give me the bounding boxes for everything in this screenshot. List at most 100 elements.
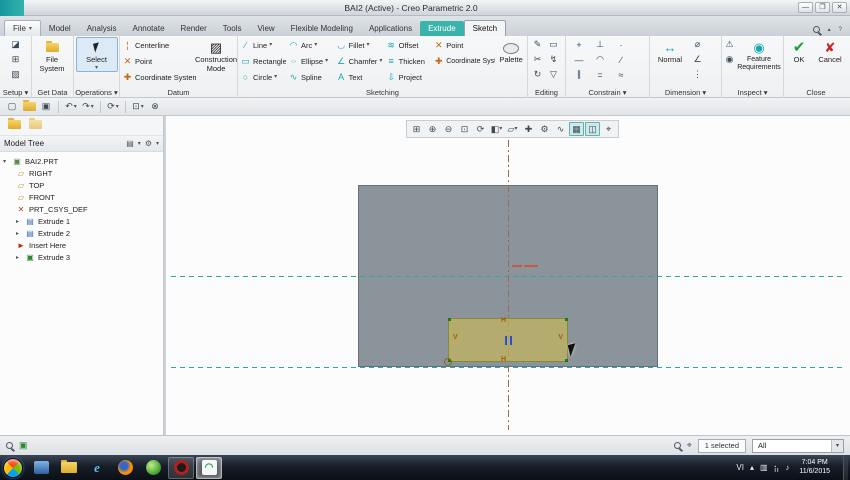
- selection-filter-dropdown[interactable]: All ▾: [752, 438, 844, 453]
- perpendicular-constraint-icon[interactable]: ⊥: [590, 37, 610, 52]
- tangent-constraint-icon[interactable]: ◠: [590, 52, 610, 67]
- tree-item-part[interactable]: ▾ ▣ BAI2.PRT: [0, 155, 163, 167]
- annotation-display-icon[interactable]: ✚: [521, 122, 536, 136]
- sketch-setup-icon[interactable]: ◪: [8, 37, 23, 52]
- hidden-icons-arrow[interactable]: ▴: [750, 463, 754, 472]
- ok-button[interactable]: ✔ OK: [784, 37, 814, 66]
- taskbar-clock[interactable]: 7:04 PM 11/6/2015: [795, 459, 834, 476]
- centerline-button[interactable]: ¦ Centerline: [120, 37, 196, 53]
- thicken-button[interactable]: ≡ Thicken: [384, 53, 432, 69]
- modify-icon[interactable]: ✎: [530, 37, 545, 52]
- tab-flexible-modeling[interactable]: Flexible Modeling: [283, 21, 361, 36]
- sketch-view-icon[interactable]: ▧: [8, 67, 23, 82]
- overlapping-geometry-icon[interactable]: ⚠: [722, 37, 737, 52]
- symmetric-constraint-icon[interactable]: ≈: [611, 67, 631, 82]
- references-icon[interactable]: ⊞: [8, 52, 23, 67]
- tab-extrude[interactable]: Extrude: [420, 21, 464, 36]
- group-label-dimension[interactable]: Dimension ▾: [650, 86, 721, 98]
- select-button[interactable]: Select ▾: [75, 37, 118, 72]
- select-filter-icon[interactable]: ▣: [19, 440, 28, 451]
- divide-icon[interactable]: ✂: [530, 52, 545, 67]
- corner-icon[interactable]: ▽: [546, 67, 561, 82]
- feature-requirements-button[interactable]: ◉ Feature Requirements: [736, 37, 782, 73]
- new-file-icon[interactable]: ▢: [4, 99, 20, 114]
- rotate-resize-icon[interactable]: ↻: [530, 67, 545, 82]
- mirror-icon[interactable]: ▭: [546, 37, 561, 52]
- taskbar-internet-explorer[interactable]: e: [84, 457, 110, 479]
- taskbar-app-green[interactable]: [140, 457, 166, 479]
- circle-button[interactable]: ○ Circle ▾: [238, 69, 286, 85]
- project-button[interactable]: ⇩ Project: [384, 69, 432, 85]
- save-icon[interactable]: ▣: [38, 99, 54, 114]
- parallel-constraint-icon[interactable]: ∥: [569, 67, 589, 82]
- tab-render[interactable]: Render: [173, 21, 215, 36]
- equal-constraint-icon[interactable]: =: [590, 67, 610, 82]
- group-label-constrain[interactable]: Constrain ▾: [566, 86, 649, 98]
- arc-button[interactable]: ◠ Arc ▾: [286, 37, 334, 53]
- undo-icon[interactable]: ↶ ▾: [63, 99, 79, 114]
- perimeter-dimension-icon[interactable]: ⌀: [690, 37, 705, 52]
- vertex-dot[interactable]: [565, 359, 568, 362]
- datum-csys-button[interactable]: ✚ Coordinate System: [120, 69, 196, 85]
- datum-display-filters-icon[interactable]: ▱ ▾: [505, 122, 520, 136]
- highlight-open-ends-icon[interactable]: ◉: [722, 52, 737, 67]
- action-center-icon[interactable]: ▥: [760, 463, 768, 472]
- language-indicator[interactable]: VI: [736, 463, 744, 472]
- vertical-constraint-icon[interactable]: +: [569, 37, 589, 52]
- chamfer-button[interactable]: ∠ Chamfer ▾: [334, 53, 384, 69]
- tab-annotate[interactable]: Annotate: [125, 21, 173, 36]
- zoom-out-icon[interactable]: ⊖: [441, 122, 456, 136]
- tab-tools[interactable]: Tools: [215, 21, 250, 36]
- constraint-display-icon[interactable]: ◫: [585, 122, 600, 136]
- taskbar-app-1[interactable]: [28, 457, 54, 479]
- restore-button[interactable]: ❐: [815, 2, 830, 13]
- vertex-dot[interactable]: [448, 318, 451, 321]
- rectangle-button[interactable]: ▭Rectangle▾: [238, 53, 286, 69]
- target-icon[interactable]: ⌖: [687, 440, 692, 451]
- midpoint-constraint-icon[interactable]: ∙: [611, 37, 631, 52]
- taskbar-explorer[interactable]: [56, 457, 82, 479]
- tree-settings-icon[interactable]: ⚙: [145, 139, 152, 148]
- tree-item-top-plane[interactable]: ▱ TOP: [0, 179, 163, 191]
- graphics-area[interactable]: ⊞ ⊕ ⊖ ⊡ ⟳ ◧ ▾ ▱ ▾ ✚ ⚙ ∿ ▦ ◫ ⌖ V V H H: [166, 116, 850, 435]
- group-label-operations[interactable]: Operations ▾: [74, 86, 119, 98]
- tab-analysis[interactable]: Analysis: [79, 21, 125, 36]
- horizontal-constraint-icon[interactable]: —: [569, 52, 589, 67]
- tab-view[interactable]: View: [249, 21, 282, 36]
- tree-item-extrude-3[interactable]: ▸ ▣ Extrude 3: [0, 251, 163, 263]
- expander-icon[interactable]: ▸: [16, 218, 22, 225]
- windows-icon[interactable]: ⊡ ▾: [130, 99, 146, 114]
- model-tree-tab-icon[interactable]: [8, 118, 21, 131]
- taskbar-media-app[interactable]: [168, 456, 194, 479]
- help-icon[interactable]: ?: [839, 27, 842, 33]
- tree-item-right-plane[interactable]: ▱ RIGHT: [0, 167, 163, 179]
- vertex-dot[interactable]: [565, 318, 568, 321]
- taskbar-firefox[interactable]: [112, 457, 138, 479]
- dimension-display-icon[interactable]: ⌖: [601, 122, 616, 136]
- ellipse-button[interactable]: ○ Ellipse ▾: [286, 53, 334, 69]
- taskbar-creo[interactable]: ◠: [196, 456, 222, 479]
- volume-icon[interactable]: ♪: [785, 463, 789, 472]
- tree-item-csys[interactable]: ✕ PRT_CSYS_DEF: [0, 203, 163, 215]
- regenerate-icon[interactable]: ⟳ ▾: [105, 99, 121, 114]
- tab-model[interactable]: Model: [41, 21, 79, 36]
- tab-applications[interactable]: Applications: [361, 21, 420, 36]
- show-desktop-button[interactable]: [843, 455, 848, 480]
- minimize-button[interactable]: —: [798, 2, 813, 13]
- offset-button[interactable]: ≋ Offset: [384, 37, 432, 53]
- coincident-constraint-icon[interactable]: ∕: [611, 52, 631, 67]
- cancel-button[interactable]: ✘ Cancel: [814, 37, 846, 66]
- minimize-ribbon-icon[interactable]: ▴: [828, 27, 831, 33]
- close-window-icon[interactable]: ⊗: [147, 99, 163, 114]
- normal-dimension-button[interactable]: ↔ Normal: [650, 37, 690, 66]
- redo-icon[interactable]: ↷ ▾: [80, 99, 96, 114]
- search-icon[interactable]: [812, 26, 820, 33]
- file-system-button[interactable]: File System: [32, 37, 72, 74]
- palette-button[interactable]: Palette: [495, 37, 527, 66]
- vertical-centerline[interactable]: [508, 140, 509, 430]
- zoom-in-icon[interactable]: ⊕: [425, 122, 440, 136]
- folder-browser-icon[interactable]: [29, 118, 42, 131]
- expander-icon[interactable]: ▾: [3, 158, 9, 165]
- text-button[interactable]: A Text: [334, 69, 384, 85]
- sketch-csys-button[interactable]: ✚Coordinate System: [431, 53, 495, 69]
